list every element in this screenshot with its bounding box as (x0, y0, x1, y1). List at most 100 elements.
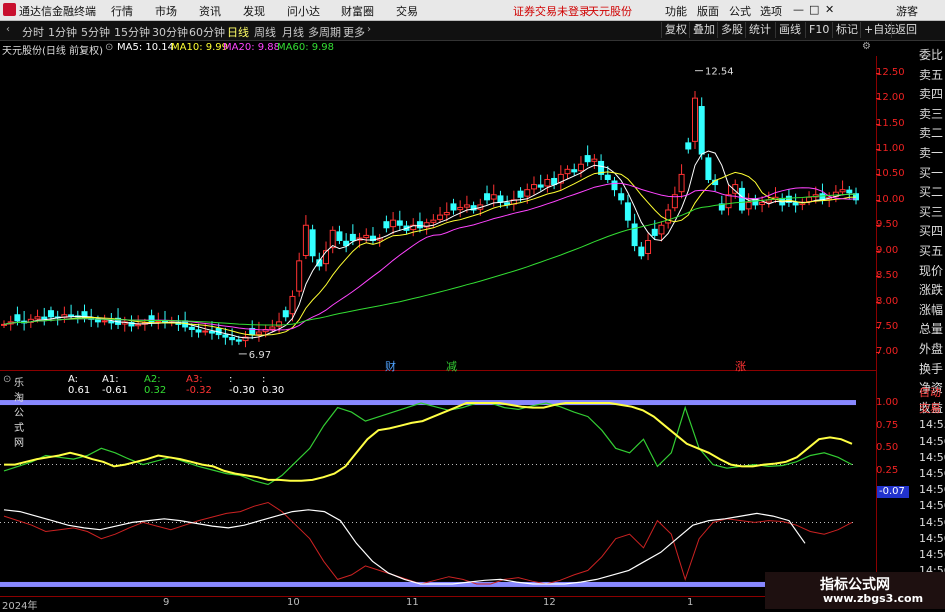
y-tick-label: 11.00 (876, 142, 905, 154)
menu-xuanxiang[interactable]: 选项 (760, 3, 782, 19)
btn-fuquan[interactable]: 复权 (661, 22, 690, 38)
period-multi[interactable]: 多周期 (308, 24, 341, 40)
side-item[interactable]: 买四 (919, 222, 945, 242)
candle-body (323, 250, 330, 265)
trade-side-item[interactable]: 14:56 (919, 466, 945, 482)
menu-jiaoyi[interactable]: 交易 (396, 3, 418, 19)
indicator-y-tick-label: 1.00 (876, 397, 899, 409)
trade-side-item[interactable]: 14:56 (919, 547, 945, 563)
side-item[interactable]: 卖一 (919, 144, 945, 164)
side-item[interactable]: 买二 (919, 183, 945, 203)
period-60min[interactable]: 60分钟 (189, 24, 225, 40)
period-5min[interactable]: 5分钟 (81, 24, 110, 40)
side-item[interactable]: 买三 (919, 203, 945, 223)
trade-side-item[interactable]: 14:56 (919, 515, 945, 531)
marker-zhang[interactable]: 涨 (735, 358, 746, 374)
chart-title: 天元股份(日线 前复权) (2, 46, 103, 57)
side-item[interactable]: 外盘 (919, 340, 945, 360)
indicator-plot (0, 400, 856, 587)
btn-huaxian[interactable]: 画线 (775, 22, 804, 38)
indicator-settings-icon[interactable]: ⊙ (3, 374, 11, 385)
side-item[interactable]: 涨幅 (919, 301, 945, 321)
candle-body (229, 337, 236, 341)
trade-side-item[interactable]: 14:56 (919, 498, 945, 514)
marker-cai[interactable]: 财 (385, 358, 396, 374)
trade-side-item[interactable]: 交易 (919, 401, 945, 417)
candle-body (336, 231, 343, 242)
side-item[interactable]: 总量 (919, 320, 945, 340)
btn-tongji[interactable]: 统计 (745, 22, 774, 38)
btn-biaoji[interactable]: 标记 (832, 22, 861, 38)
candle-body (618, 193, 625, 201)
side-item[interactable]: 卖五 (919, 66, 945, 86)
period-15min[interactable]: 15分钟 (114, 24, 150, 40)
menu-hangqing[interactable]: 行情 (111, 3, 133, 19)
candle-body (416, 221, 423, 229)
y-tick-label: 10.00 (876, 193, 905, 205)
user-label[interactable]: 游客 (896, 3, 918, 19)
side-item[interactable]: 现价 (919, 262, 945, 282)
btn-duogu[interactable]: 多股 (717, 22, 746, 38)
y-tick-label: 11.50 (876, 117, 905, 129)
candle-body (624, 202, 631, 221)
side-item[interactable]: 换手 (919, 360, 945, 380)
candle-body (329, 229, 336, 249)
period-month[interactable]: 月线 (282, 24, 304, 40)
ma5-line (3, 150, 856, 339)
a2-green-line (3, 402, 853, 486)
period-more[interactable]: 更多 (343, 24, 365, 40)
candle-body (457, 206, 464, 211)
menu-zixun[interactable]: 资讯 (199, 3, 221, 19)
candle-body (564, 168, 571, 175)
side-item[interactable]: 买五 (919, 242, 945, 262)
gear-icon[interactable]: ⚙ (862, 41, 871, 52)
y-tick (876, 174, 880, 176)
y-tick (876, 98, 880, 100)
menu-faxian[interactable]: 发现 (243, 3, 265, 19)
trade-side-item[interactable]: 自动 (919, 385, 945, 401)
btn-diejia[interactable]: 叠加 (689, 22, 718, 38)
trade-side-item[interactable]: 14:56 (919, 482, 945, 498)
period-1min[interactable]: 1分钟 (48, 24, 77, 40)
period-30min[interactable]: 30分钟 (152, 24, 188, 40)
btn-f10[interactable]: F10 (805, 22, 832, 38)
chevron-left-icon[interactable]: ‹ (6, 24, 10, 35)
candle-body (792, 202, 799, 206)
minimize-icon[interactable]: — (793, 3, 804, 16)
period-day[interactable]: 日线 (227, 24, 249, 40)
menu-caifuquan[interactable]: 财富圈 (341, 3, 374, 19)
side-item[interactable]: 卖二 (919, 124, 945, 144)
x-label-9: 9 (163, 597, 170, 608)
trade-login-warning[interactable]: 证券交易未登录 (513, 3, 590, 19)
side-item[interactable]: 买一 (919, 164, 945, 184)
menu-banmian[interactable]: 版面 (697, 3, 719, 19)
trade-side-item[interactable]: 14:56 (919, 434, 945, 450)
settings-circle-icon[interactable]: ⊙ (105, 42, 113, 53)
side-item[interactable]: 涨跌 (919, 281, 945, 301)
maximize-icon[interactable]: □ (809, 3, 819, 16)
period-week[interactable]: 周线 (254, 24, 276, 40)
side-item[interactable]: 委比 (919, 46, 945, 66)
quote-side-panel: 委比 卖五 卖四 卖三 卖二 卖一 买一 买二 买三 买四 买五 现价 涨跌 涨幅 总量 外盘 换手 净资 收益 (919, 46, 945, 415)
y-tick (876, 250, 880, 252)
period-fenshi[interactable]: 分时 (22, 24, 44, 40)
trade-side-item[interactable]: 14:56 (919, 531, 945, 547)
candle-body (551, 177, 558, 186)
side-item[interactable]: 卖三 (919, 105, 945, 125)
trade-side-item[interactable]: 14:55 (919, 417, 945, 433)
candle-body (276, 321, 283, 327)
menu-wenxiaoda[interactable]: 问小达 (287, 3, 320, 19)
candle-body (430, 219, 437, 223)
side-item[interactable]: 卖四 (919, 85, 945, 105)
chevron-right-icon[interactable]: › (367, 24, 371, 35)
trade-side-item[interactable]: 14:50 (919, 450, 945, 466)
menu-gongneng[interactable]: 功能 (665, 3, 687, 19)
indicator-y-tick-label: 0.75 (876, 419, 899, 431)
menu-shichang[interactable]: 市场 (155, 3, 177, 19)
btn-back[interactable]: 返回 (891, 22, 920, 38)
menu-gongshi[interactable]: 公式 (729, 3, 751, 19)
close-icon[interactable]: ✕ (825, 3, 834, 16)
candle-body (631, 223, 638, 247)
marker-jian[interactable]: 减 (446, 358, 457, 374)
indicator-a2: A2: 0.32 (144, 374, 167, 396)
